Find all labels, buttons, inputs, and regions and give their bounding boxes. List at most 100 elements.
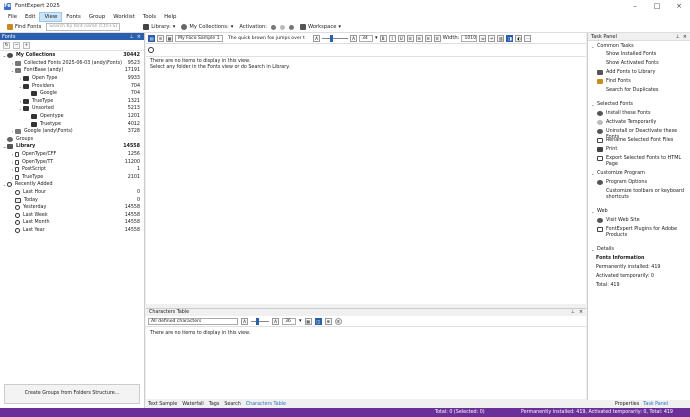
my-collections-dropdown[interactable]: My Collections: ▾ xyxy=(178,23,236,32)
tree-item[interactable]: Last Month 14558 xyxy=(0,219,143,227)
font-size-increase-icon[interactable]: A xyxy=(272,317,279,325)
task-activate[interactable]: Activate Temporarily xyxy=(597,119,689,126)
sample-text-input[interactable]: The quick brown fox jumps over t xyxy=(225,34,311,42)
section-common-tasks[interactable]: ⌄ Common Tasks xyxy=(591,43,634,49)
columns-icon[interactable]: ▥ xyxy=(497,34,505,42)
tab-search[interactable]: Search xyxy=(224,402,240,407)
task-add-fonts[interactable]: Add Fonts to Library xyxy=(597,69,689,76)
tree-item[interactable]: Last Year 14558 xyxy=(0,227,143,235)
tab-text-sample[interactable]: Text Sample xyxy=(148,402,177,407)
align-center-icon[interactable]: ≡ xyxy=(415,34,423,42)
uninstall-icon[interactable] xyxy=(289,24,295,30)
tab-tags[interactable]: Tags xyxy=(209,402,220,407)
chevron-down-icon[interactable]: ▾ xyxy=(299,318,302,324)
refresh-icon[interactable]: ↻ xyxy=(3,41,10,49)
size-input[interactable]: 34 xyxy=(359,34,373,42)
tree-item[interactable]: › Google (andy\Fonts) 3728 xyxy=(0,128,143,136)
tree-item[interactable]: › Open Type 9933 xyxy=(0,75,143,83)
task-program-options[interactable]: Program Options xyxy=(597,179,689,186)
italic-icon[interactable]: I xyxy=(388,34,396,42)
bold-icon[interactable]: B xyxy=(379,34,387,42)
chevron-down-icon[interactable]: ▾ xyxy=(375,35,378,41)
library-dropdown[interactable]: Library: ▾ xyxy=(140,23,178,32)
close-icon[interactable]: × xyxy=(579,310,583,315)
menu-edit[interactable]: Edit xyxy=(21,12,39,22)
task-print[interactable]: Print xyxy=(597,146,689,153)
align-left-icon[interactable]: ≡ xyxy=(406,34,414,42)
menu-worklist[interactable]: Worklist xyxy=(109,12,139,22)
task-customize-toolbars[interactable]: Customize toolbars or keyboard shortcuts xyxy=(597,188,689,200)
glyph-view-icon[interactable]: ◫ xyxy=(314,317,322,325)
pin-icon[interactable]: ⊥ xyxy=(675,34,679,40)
justify-icon[interactable]: ≡ xyxy=(433,34,441,42)
tree-item[interactable]: ⌄ Unsorted 5213 xyxy=(0,105,143,113)
tree-item[interactable]: Yesterday 14558 xyxy=(0,204,143,212)
list-view-icon[interactable]: ≡ xyxy=(157,34,164,42)
menu-file[interactable]: File xyxy=(4,12,21,22)
tree-item[interactable]: Truetype 4012 xyxy=(0,120,143,128)
gear-icon[interactable]: ✲ xyxy=(334,317,342,325)
task-install[interactable]: Install these Fonts xyxy=(597,110,689,117)
tree-item[interactable]: › TrueType 2101 xyxy=(0,174,143,182)
tab-task-panel[interactable]: Task Panel xyxy=(643,402,668,407)
width-input[interactable]: 1010 xyxy=(461,34,478,42)
char-size-slider[interactable] xyxy=(251,317,269,325)
tree-item[interactable]: › OpenType/CFF 1256 xyxy=(0,151,143,159)
maximize-icon[interactable]: □ xyxy=(646,0,668,12)
sample-dropdown[interactable]: My Face Sample 1 xyxy=(175,34,223,42)
close-icon[interactable]: × xyxy=(683,34,687,40)
menu-group[interactable]: Group xyxy=(85,12,109,22)
task-export-html[interactable]: Export Selected Fonts to HTML Page xyxy=(597,155,689,167)
menu-view[interactable]: View xyxy=(39,12,63,22)
tab-properties[interactable]: Properties xyxy=(615,402,639,407)
size-slider[interactable] xyxy=(322,34,348,42)
close-icon[interactable]: × xyxy=(137,34,141,40)
fit-icon[interactable]: ⇔ xyxy=(479,34,487,42)
activate-icon[interactable] xyxy=(271,24,277,30)
tab-waterfall[interactable]: Waterfall xyxy=(182,402,203,407)
tree-item[interactable]: Opentype 1201 xyxy=(0,113,143,121)
task-search-duplicates[interactable]: Search for Duplicates xyxy=(597,87,689,94)
tree-item[interactable]: › Collected Fonts 2025-06-03 (andy\Fonts)… xyxy=(0,60,143,68)
tree-item[interactable]: ⌄ Recently Added xyxy=(0,181,143,189)
search-input[interactable]: Search by font name (Ctrl+S) xyxy=(46,23,121,31)
create-groups-button[interactable]: Create Groups from Folders Structure... xyxy=(4,384,140,404)
expand-icon[interactable]: + xyxy=(23,41,30,49)
workspace-dropdown[interactable]: Workspace ▾ xyxy=(297,23,344,32)
close-icon[interactable]: × xyxy=(668,0,690,12)
tree-item[interactable]: › OpenType/TT 11200 xyxy=(0,158,143,166)
tree-item[interactable]: ⌄ Library 14558 xyxy=(0,143,143,151)
section-customize[interactable]: ⌄ Customize Program xyxy=(591,170,645,176)
tree-item[interactable]: ⌄ FontBase (andy) 17191 xyxy=(0,67,143,75)
task-adobe-plugins[interactable]: FontExpert Plugins for Adobe Products xyxy=(597,226,689,238)
task-visit-website[interactable]: Visit Web Site xyxy=(597,217,689,224)
compare-icon[interactable]: ◨ xyxy=(506,34,514,42)
tree-item[interactable]: › PostScript 1 xyxy=(0,166,143,174)
task-rename[interactable]: Rename Selected Font Files xyxy=(597,137,689,144)
grid-view-icon[interactable]: ▦ xyxy=(166,34,173,42)
section-web[interactable]: ⌄ Web xyxy=(591,208,608,214)
menu-tools[interactable]: Tools xyxy=(139,12,160,22)
tree-item[interactable]: ⌄ Providers 704 xyxy=(0,82,143,90)
deactivate-icon[interactable] xyxy=(280,24,286,30)
task-show-activated[interactable]: Show Activated Fonts xyxy=(597,60,689,67)
character-filter-dropdown[interactable]: All defined characters xyxy=(148,317,238,325)
pin-icon[interactable]: ⊥ xyxy=(571,310,575,315)
color-icon[interactable]: ◐ xyxy=(515,34,523,42)
section-details[interactable]: ⌄ Details xyxy=(591,246,614,252)
text-view-icon[interactable]: ▤ xyxy=(148,34,155,42)
tree-item[interactable]: Groups xyxy=(0,136,143,144)
zoom-icon[interactable]: ⊕ xyxy=(324,317,332,325)
tab-characters-table[interactable]: Characters Table xyxy=(246,402,286,407)
section-selected-fonts[interactable]: ⌄ Selected Fonts xyxy=(591,101,633,107)
pin-icon[interactable]: ⊥ xyxy=(129,34,133,40)
grid-toggle-icon[interactable]: ▦ xyxy=(304,317,312,325)
font-size-increase-icon[interactable]: A xyxy=(350,34,357,42)
font-size-decrease-icon[interactable]: A xyxy=(313,34,320,42)
task-show-installed[interactable]: Show Installed Fonts xyxy=(597,51,689,58)
task-find-fonts[interactable]: Find Fonts xyxy=(597,78,689,85)
align-right-icon[interactable]: ≡ xyxy=(424,34,432,42)
tree-item[interactable]: Today 0 xyxy=(0,196,143,204)
find-fonts-button[interactable]: Find Fonts xyxy=(4,23,44,32)
gear-icon[interactable] xyxy=(148,47,154,53)
